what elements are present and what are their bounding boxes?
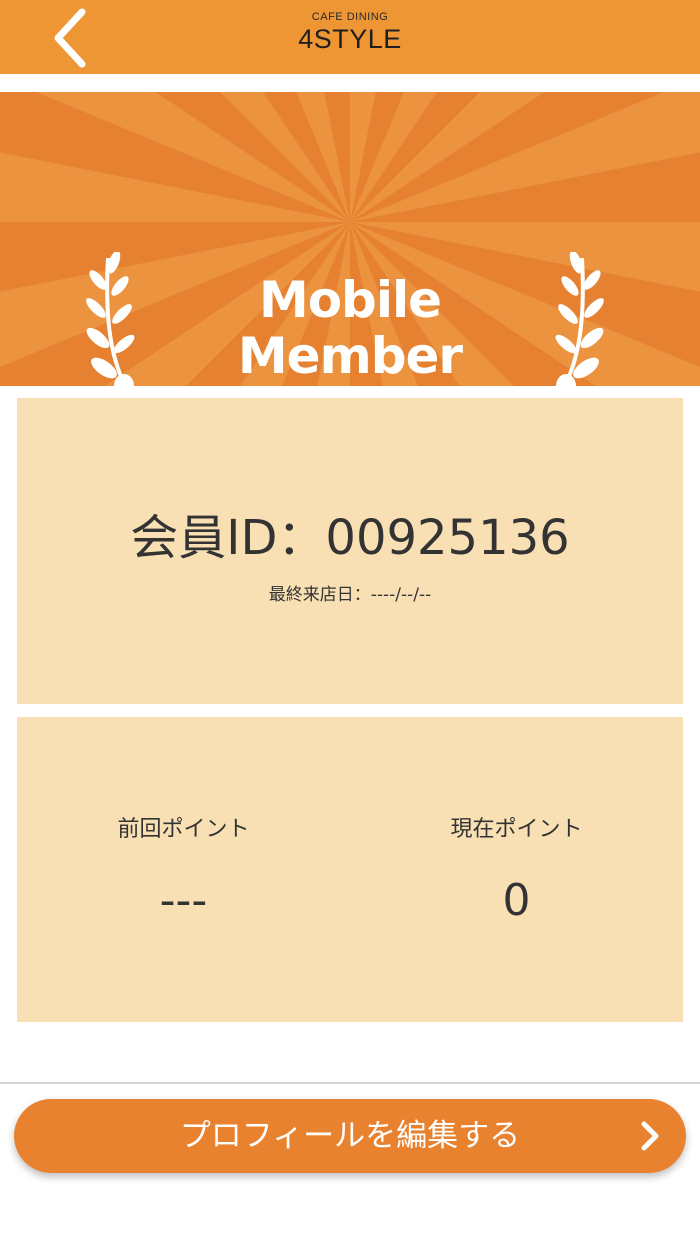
laurel-right-icon	[555, 252, 604, 386]
previous-points-label: 前回ポイント	[117, 817, 250, 842]
chevron-right-icon	[641, 1121, 659, 1151]
banner-title-line1: Mobile	[258, 271, 442, 329]
mobile-member-banner: Mobile Member	[0, 92, 700, 386]
previous-points: 前回ポイント ---	[17, 815, 350, 927]
last-visit-date: 最終来店日：----/--/--	[268, 585, 432, 605]
member-id-card: 会員ID：00925136 最終来店日：----/--/--	[17, 398, 683, 704]
current-points-label: 現在ポイント	[450, 817, 583, 842]
banner-title-line2: Member	[237, 327, 463, 385]
edit-profile-button[interactable]: プロフィールを編集する	[14, 1099, 686, 1173]
member-id: 会員ID：00925136	[130, 510, 570, 566]
edit-profile-label: プロフィールを編集する	[179, 1118, 521, 1154]
laurel-left-icon	[86, 252, 135, 386]
brand-logo: CAFE DINING 4STYLE	[250, 10, 450, 54]
current-points: 現在ポイント 0	[350, 815, 683, 927]
logo-subtitle: CAFE DINING	[311, 11, 389, 23]
app-header: CAFE DINING 4STYLE	[0, 0, 700, 74]
previous-points-value: ---	[159, 875, 208, 926]
banner-title: Mobile Member	[160, 272, 540, 384]
back-chevron-icon[interactable]	[40, 6, 104, 70]
points-card: 前回ポイント --- 現在ポイント 0	[17, 717, 683, 1022]
logo-title: 4STYLE	[298, 24, 402, 54]
current-points-value: 0	[502, 875, 531, 926]
divider	[0, 1082, 700, 1084]
